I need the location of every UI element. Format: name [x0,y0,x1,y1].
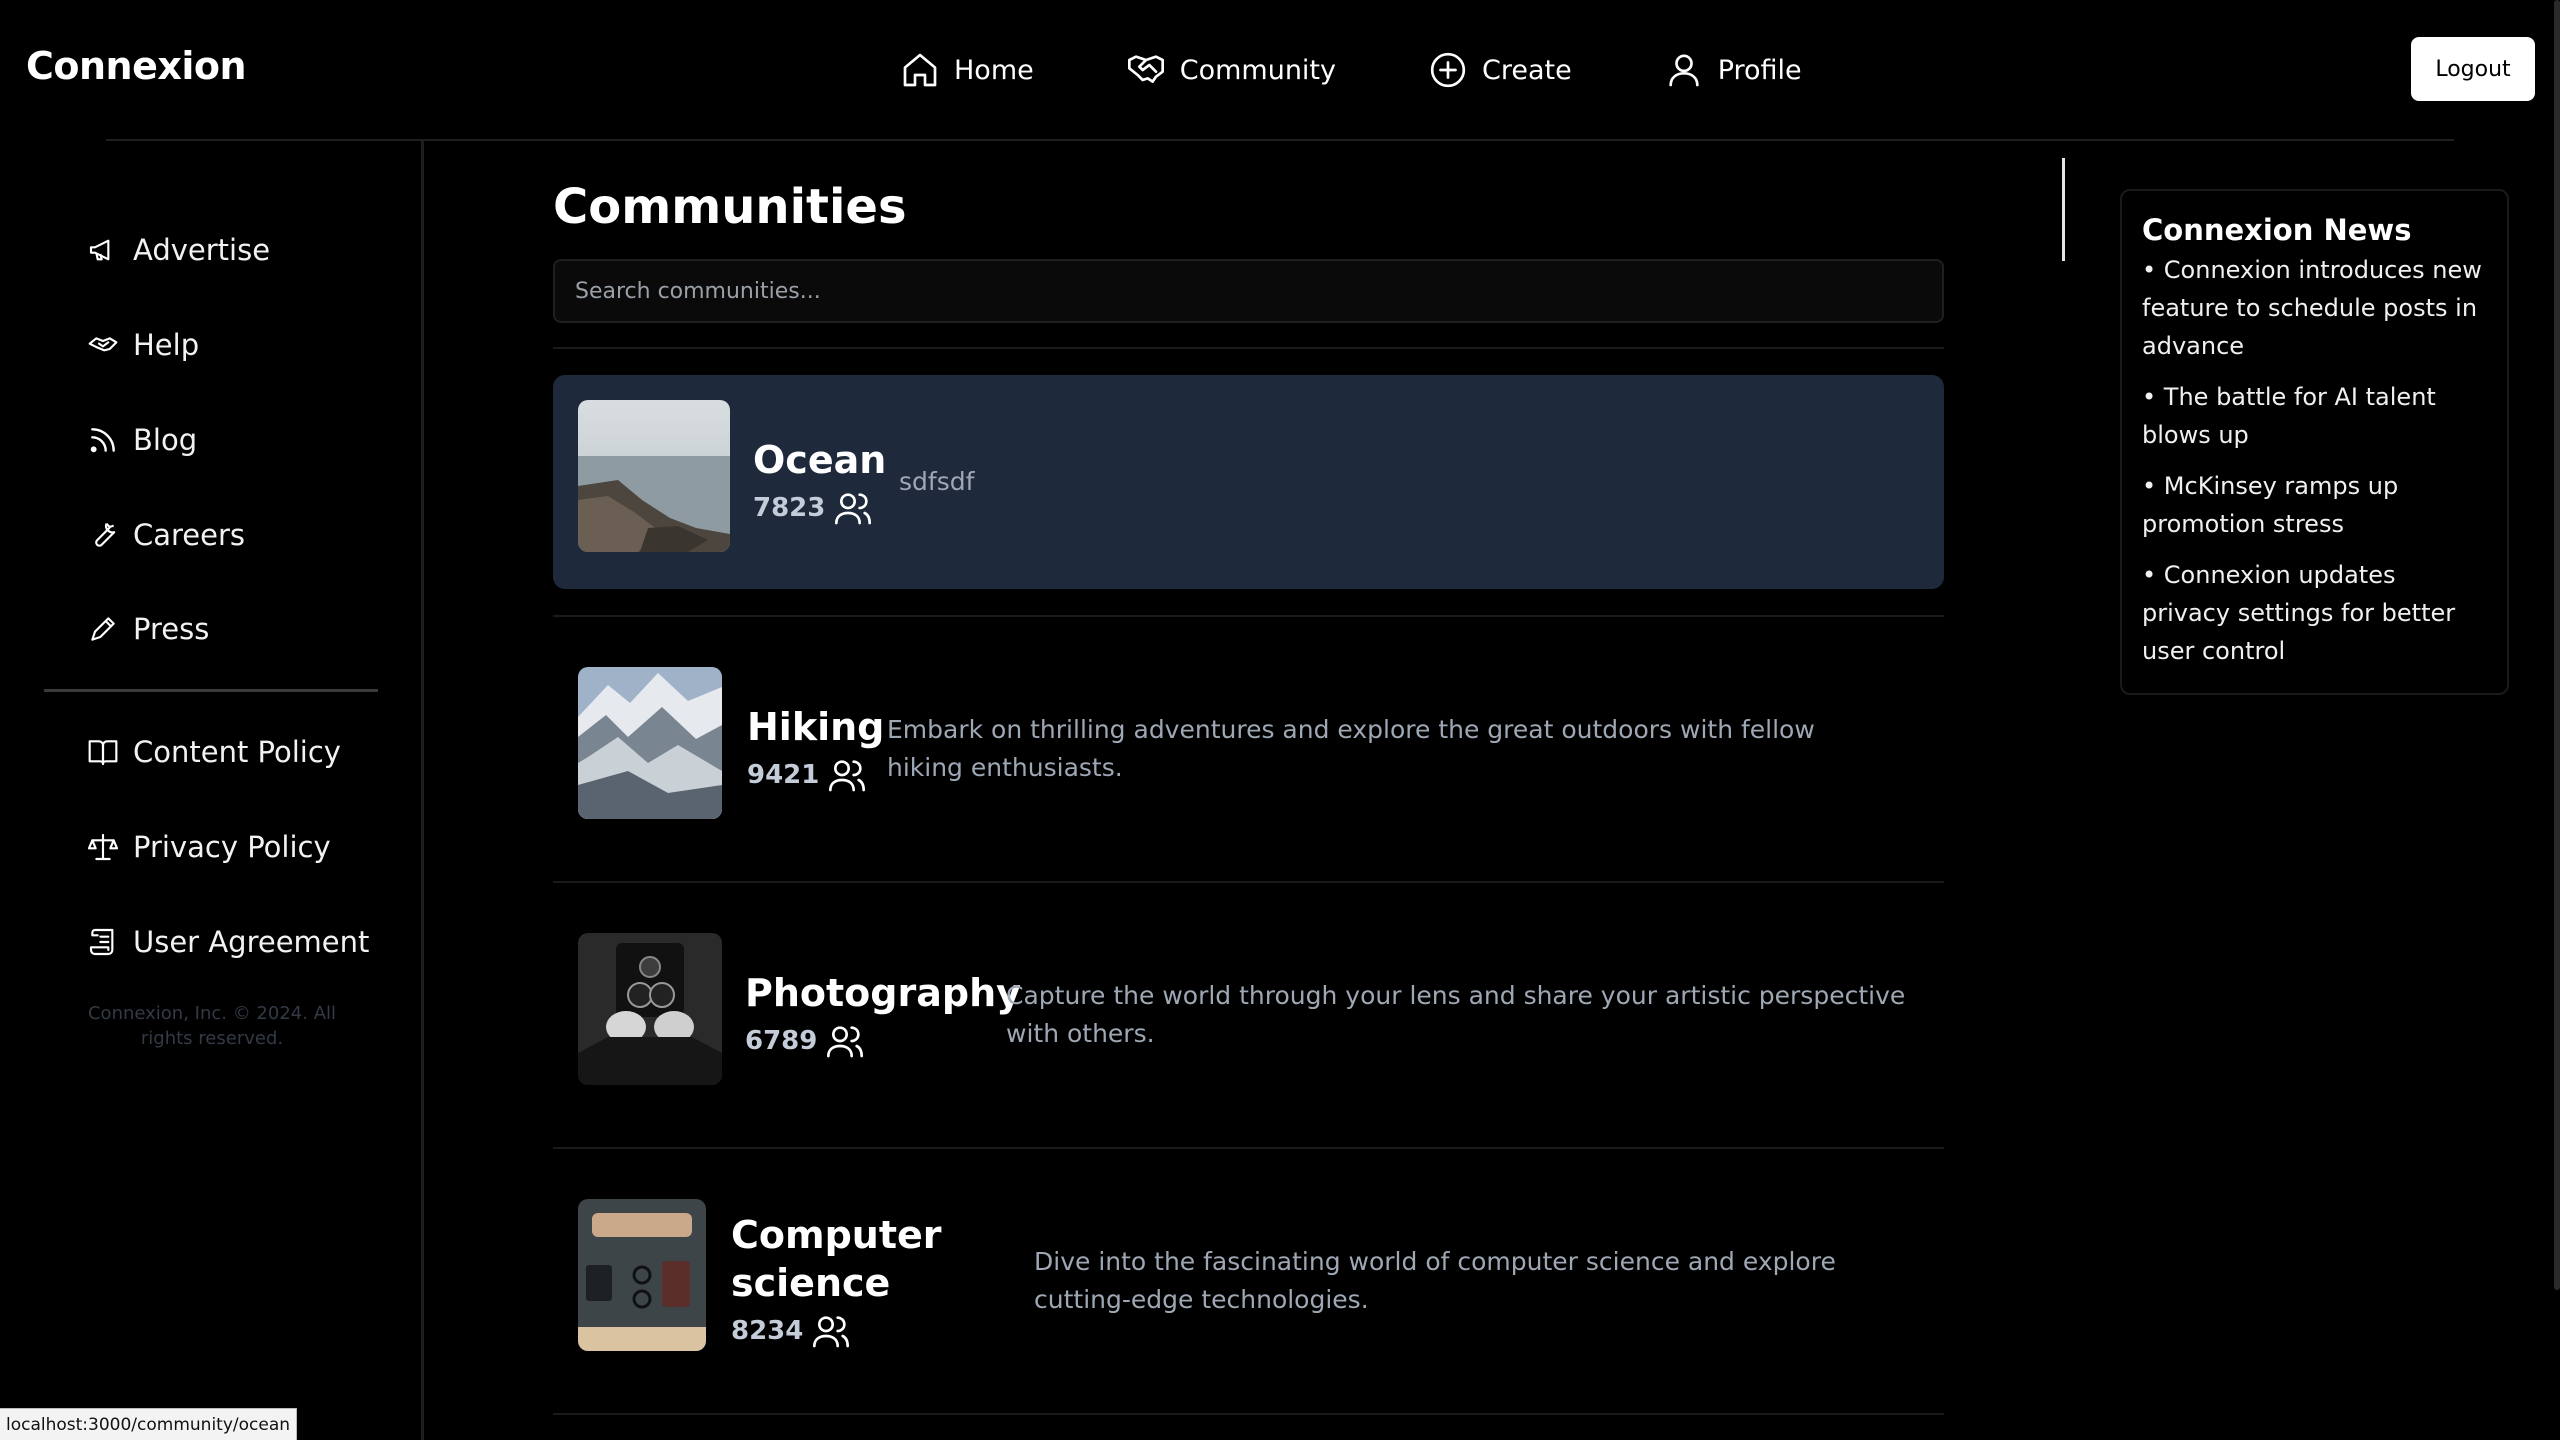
page-scrollbar[interactable] [2554,0,2560,1290]
main-nav: Home Community Create Profile [900,42,1802,98]
community-thumbnail [578,1199,706,1351]
nav-profile-label: Profile [1717,54,1802,86]
book-icon [88,740,118,766]
news-title: Connexion News [2142,213,2412,247]
sidebar-item-help[interactable]: Help [87,328,199,362]
nav-profile[interactable]: Profile [1664,50,1802,90]
community-info: Hiking 9421 [747,703,884,795]
page-title: Communities [553,179,907,235]
sidebar-item-label: Help [133,328,200,362]
rss-icon [90,428,115,453]
scale-icon [87,833,119,861]
brand-logo[interactable]: Connexion [26,44,247,88]
copyright-text: Connexion, Inc. © 2024. All rights reser… [87,1003,337,1049]
sidebar-item-label: Advertise [133,233,271,267]
left-sidebar: Advertise Help Blog Careers Press Conten… [0,141,424,1440]
sidebar-item-content-policy[interactable]: Content Policy [87,735,341,769]
sidebar-item-press[interactable]: Press [87,612,209,646]
community-name: Computer science [731,1213,942,1305]
scroll-icon [89,928,114,956]
community-info: Computer science 8234 [731,1211,981,1351]
users-icon [829,760,866,792]
status-bar-url: localhost:3000/community/ocean [0,1408,298,1440]
member-count-value: 7823 [753,493,826,523]
sidebar-item-label: Blog [133,423,198,457]
sidebar-item-blog[interactable]: Blog [87,423,197,457]
logout-button[interactable]: Logout [2411,37,2535,101]
member-count: 8234 [731,1311,981,1351]
sidebar-item-user-agreement[interactable]: User Agreement [87,925,369,959]
sidebar-item-label: Press [133,612,210,646]
divider [553,1147,1944,1149]
megaphone-icon [89,239,110,261]
nav-home-label: Home [954,54,1034,86]
top-navbar: Connexion Home Community Create Profile … [0,0,2560,139]
divider [553,347,1944,349]
handshake-icon [1127,55,1164,83]
community-name: Photography [745,971,1021,1015]
divider [553,1413,1944,1415]
user-icon [1669,54,1699,87]
header-divider [106,139,2454,141]
member-count-value: 6789 [745,1026,818,1056]
member-count: 7823 [753,488,886,528]
community-card-ocean[interactable]: Ocean 7823 sdfsdf [553,375,1944,589]
sidebar-item-label: Careers [133,518,246,552]
community-info: Photography 6789 [745,969,1021,1061]
scroll-indicator[interactable] [2062,158,2065,261]
member-count-value: 8234 [731,1316,804,1346]
community-name: Hiking [747,705,885,749]
community-thumbnail [578,667,722,819]
pen-icon [91,617,115,641]
community-name: Ocean [753,438,887,482]
handshake-help-icon [88,337,118,352]
sidebar-item-advertise[interactable]: Advertise [87,233,270,267]
news-item-text: The battle for AI talent blows up [2142,383,2436,449]
nav-community-label: Community [1179,54,1336,86]
news-item-text: Connexion introduces new feature to sche… [2142,256,2482,360]
news-item-text: Connexion updates privacy settings for b… [2142,561,2456,665]
sidebar-divider [44,689,378,692]
plus-circle-icon [1430,52,1466,88]
community-card-computer-science[interactable]: Computer science 8234 Dive into the fasc… [553,1174,1944,1388]
divider [553,615,1944,617]
community-description: Capture the world through your lens and … [1006,981,1906,1048]
sidebar-item-label: User Agreement [133,925,370,959]
community-thumbnail [578,933,722,1085]
search-input[interactable] [553,259,1944,323]
community-card-photography[interactable]: Photography 6789 Capture the world throu… [553,908,1944,1122]
community-card-hiking[interactable]: Hiking 9421 Embark on thrilling adventur… [553,642,1944,856]
divider [553,881,1944,883]
community-info: Ocean 7823 [753,436,886,528]
nav-home[interactable]: Home [900,50,1034,90]
member-count-value: 9421 [747,760,820,790]
users-icon [827,1026,864,1058]
nav-community[interactable]: Community [1126,50,1336,90]
community-description: Embark on thrilling adventures and explo… [887,715,1815,782]
home-icon [903,53,937,87]
sidebar-item-label: Content Policy [133,735,341,769]
users-icon [813,1316,850,1348]
member-count: 9421 [747,755,884,795]
sidebar-item-careers[interactable]: Careers [87,518,245,552]
news-panel: Connexion News • Connexion introduces ne… [2120,189,2509,695]
nav-create-label: Create [1482,54,1572,86]
nav-create[interactable]: Create [1428,50,1572,90]
news-item[interactable]: • The battle for AI talent blows up [2142,378,2487,454]
news-item[interactable]: • Connexion updates privacy settings for… [2142,556,2487,670]
wrench-icon [95,522,116,547]
community-description: sdfsdf [899,467,975,496]
news-item-text: McKinsey ramps up promotion stress [2142,472,2399,538]
news-item[interactable]: • McKinsey ramps up promotion stress [2142,467,2487,543]
community-description: Dive into the fascinating world of compu… [1034,1247,1836,1314]
community-thumbnail [578,400,730,552]
news-item[interactable]: • Connexion introduces new feature to sc… [2142,251,2487,365]
sidebar-item-privacy-policy[interactable]: Privacy Policy [87,830,331,864]
users-icon [835,493,872,525]
member-count: 6789 [745,1021,1021,1061]
sidebar-item-label: Privacy Policy [133,830,331,864]
